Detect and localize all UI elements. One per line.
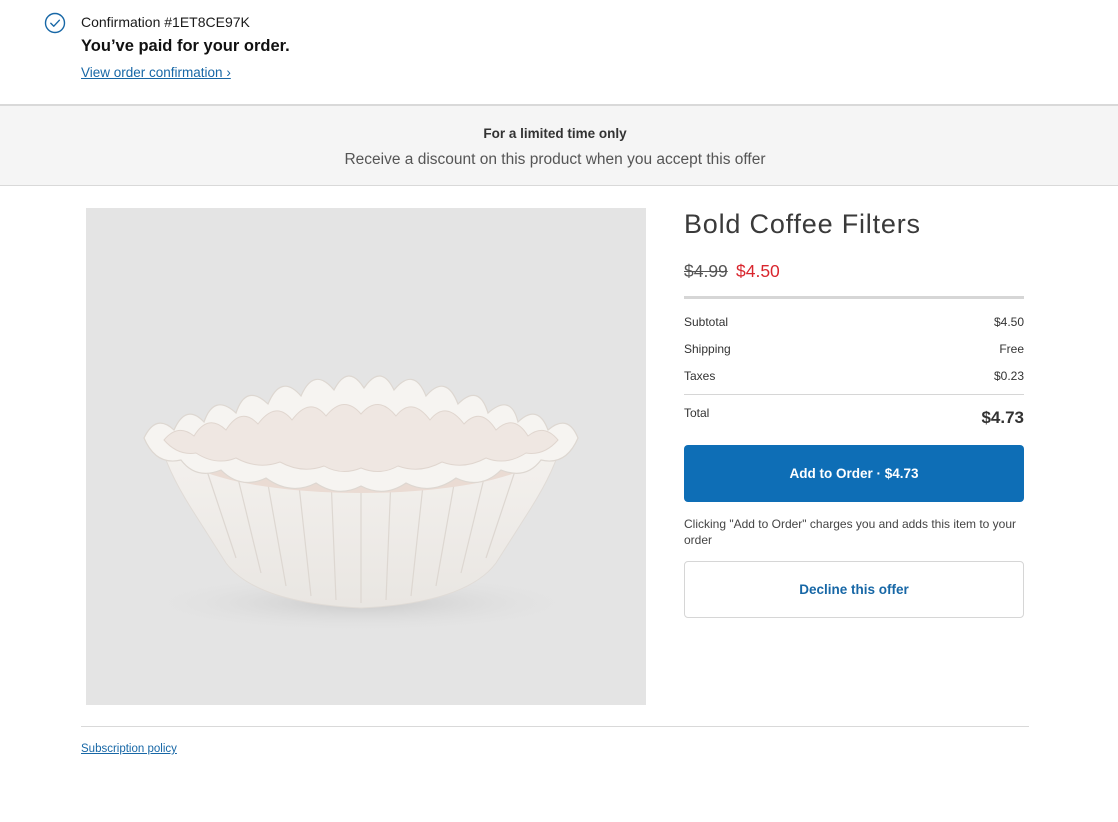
charge-notice: Clicking "Add to Order" charges you and … (684, 517, 1017, 547)
decline-offer-button[interactable]: Decline this offer (684, 561, 1024, 618)
confirmation-number: Confirmation #1ET8CE97K (81, 14, 250, 30)
limited-offer-banner: For a limited time only Receive a discou… (0, 104, 1118, 186)
check-circle-icon (44, 12, 66, 34)
shipping-label: Shipping (684, 342, 731, 356)
coffee-filters-image (136, 375, 586, 633)
total-label: Total (684, 406, 710, 420)
view-order-confirmation-link[interactable]: View order confirmation › (81, 65, 231, 80)
total-value: $4.73 (981, 408, 1024, 427)
shipping-value: Free (999, 342, 1024, 356)
subtotal-value: $4.50 (993, 315, 1024, 329)
taxes-label: Taxes (684, 369, 716, 383)
subscription-policy-link[interactable]: Subscription policy (81, 743, 177, 755)
banner-title: For a limited time only (483, 126, 627, 141)
original-price: $4.99 (684, 261, 728, 281)
banner-subtitle: Receive a discount on this product when … (344, 151, 766, 168)
divider (684, 394, 1024, 395)
subtotal-label: Subtotal (684, 315, 729, 329)
product-title: Bold Coffee Filters (684, 209, 921, 239)
discounted-price: $4.50 (736, 261, 780, 281)
paid-heading: You’ve paid for your order. (81, 37, 290, 55)
divider (684, 296, 1024, 299)
product-image (86, 208, 646, 705)
add-to-order-button[interactable]: Add to Order · $4.73 (684, 445, 1024, 502)
confirmation-header: Confirmation #1ET8CE97K You’ve paid for … (0, 0, 1118, 104)
taxes-value: $0.23 (993, 369, 1024, 383)
footer-divider (81, 726, 1029, 727)
